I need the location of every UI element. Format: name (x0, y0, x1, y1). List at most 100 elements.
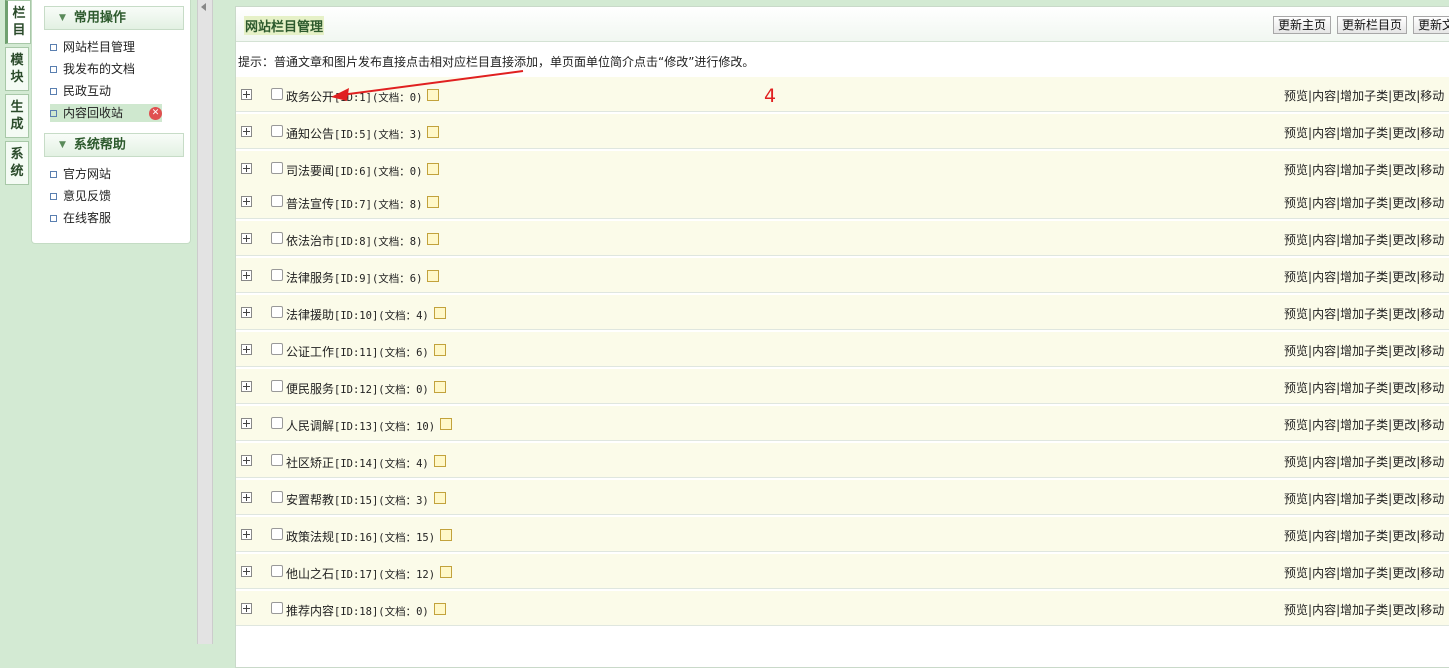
edit-note-icon[interactable] (433, 306, 446, 319)
op-link[interactable]: 移动 (1420, 126, 1444, 140)
op-link[interactable]: 更改 (1392, 455, 1416, 469)
op-link[interactable]: 内容 (1312, 529, 1336, 543)
edit-note-icon[interactable] (427, 162, 440, 175)
edit-note-icon[interactable] (440, 528, 453, 541)
op-link[interactable]: 更改 (1392, 418, 1416, 432)
op-link[interactable]: 增加子类 (1340, 126, 1388, 140)
op-link[interactable]: 更改 (1392, 566, 1416, 580)
op-link[interactable]: 预览 (1284, 455, 1308, 469)
op-link[interactable]: 增加子类 (1340, 270, 1388, 284)
panel-splitter[interactable] (197, 0, 213, 644)
edit-note-icon[interactable] (427, 232, 440, 245)
row-checkbox[interactable] (271, 417, 283, 429)
op-link[interactable]: 增加子类 (1340, 163, 1388, 177)
section-common-ops[interactable]: ▼ 常用操作 (44, 6, 184, 30)
column-name[interactable]: 公证工作[ID:11](文档：6) (286, 343, 446, 360)
op-link[interactable]: 预览 (1284, 381, 1308, 395)
op-link[interactable]: 预览 (1284, 307, 1308, 321)
op-link[interactable]: 更改 (1392, 89, 1416, 103)
column-name[interactable]: 政务公开[ID:1](文档：0) (286, 88, 440, 105)
op-link[interactable]: 更改 (1392, 270, 1416, 284)
op-link[interactable]: 预览 (1284, 233, 1308, 247)
op-link[interactable]: 更改 (1392, 307, 1416, 321)
op-link[interactable]: 预览 (1284, 603, 1308, 617)
expand-plus-icon[interactable] (241, 492, 252, 503)
row-checkbox[interactable] (271, 306, 283, 318)
expand-plus-icon[interactable] (241, 233, 252, 244)
op-link[interactable]: 增加子类 (1340, 455, 1388, 469)
op-link[interactable]: 移动 (1420, 529, 1444, 543)
section-system-help[interactable]: ▼ 系统帮助 (44, 133, 184, 157)
shield-delete-icon[interactable]: ✕ (149, 107, 162, 120)
expand-plus-icon[interactable] (241, 89, 252, 100)
edit-note-icon[interactable] (433, 454, 446, 467)
op-link[interactable]: 移动 (1420, 89, 1444, 103)
edit-note-icon[interactable] (427, 125, 440, 138)
op-link[interactable]: 内容 (1312, 196, 1336, 210)
op-link[interactable]: 增加子类 (1340, 418, 1388, 432)
row-checkbox[interactable] (271, 269, 283, 281)
expand-plus-icon[interactable] (241, 603, 252, 614)
op-link[interactable]: 更改 (1392, 381, 1416, 395)
column-name[interactable]: 法律服务[ID:9](文档：6) (286, 269, 440, 286)
column-name[interactable]: 安置帮教[ID:15](文档：3) (286, 491, 446, 508)
op-link[interactable]: 内容 (1312, 381, 1336, 395)
row-checkbox[interactable] (271, 565, 283, 577)
op-link[interactable]: 内容 (1312, 566, 1336, 580)
collapse-arrow-icon[interactable] (201, 3, 206, 11)
column-name[interactable]: 人民调解[ID:13](文档：10) (286, 417, 453, 434)
vtab-shengcheng[interactable]: 生成 (5, 94, 29, 138)
op-link[interactable]: 预览 (1284, 492, 1308, 506)
column-name[interactable]: 通知公告[ID:5](文档：3) (286, 125, 440, 142)
update-article-button[interactable]: 更新文 (1413, 16, 1449, 34)
op-link[interactable]: 预览 (1284, 163, 1308, 177)
expand-plus-icon[interactable] (241, 455, 252, 466)
op-link[interactable]: 移动 (1420, 270, 1444, 284)
edit-note-icon[interactable] (433, 491, 446, 504)
column-name[interactable]: 依法治市[ID:8](文档：8) (286, 232, 440, 249)
edit-note-icon[interactable] (433, 380, 446, 393)
update-homepage-button[interactable]: 更新主页 (1273, 16, 1332, 34)
op-link[interactable]: 内容 (1312, 89, 1336, 103)
op-link[interactable]: 预览 (1284, 529, 1308, 543)
op-link[interactable]: 增加子类 (1340, 196, 1388, 210)
op-link[interactable]: 内容 (1312, 163, 1336, 177)
expand-plus-icon[interactable] (241, 566, 252, 577)
row-checkbox[interactable] (271, 232, 283, 244)
op-link[interactable]: 移动 (1420, 418, 1444, 432)
op-link[interactable]: 增加子类 (1340, 381, 1388, 395)
column-name[interactable]: 社区矫正[ID:14](文档：4) (286, 454, 446, 471)
op-link[interactable]: 移动 (1420, 344, 1444, 358)
op-link[interactable]: 增加子类 (1340, 233, 1388, 247)
menu-item-feedback[interactable]: 意见反馈 (50, 187, 111, 205)
edit-note-icon[interactable] (440, 565, 453, 578)
expand-plus-icon[interactable] (241, 270, 252, 281)
column-name[interactable]: 法律援助[ID:10](文档：4) (286, 306, 446, 323)
column-name[interactable]: 便民服务[ID:12](文档：0) (286, 380, 446, 397)
expand-plus-icon[interactable] (241, 381, 252, 392)
op-link[interactable]: 更改 (1392, 163, 1416, 177)
menu-item-recycle-bin[interactable]: 内容回收站 (50, 104, 162, 122)
column-name[interactable]: 政策法规[ID:16](文档：15) (286, 528, 453, 545)
column-name[interactable]: 推荐内容[ID:18](文档：0) (286, 602, 446, 619)
menu-item-site-columns[interactable]: 网站栏目管理 (50, 38, 135, 56)
edit-note-icon[interactable] (433, 343, 446, 356)
menu-item-my-documents[interactable]: 我发布的文档 (50, 60, 135, 78)
edit-note-icon[interactable] (427, 88, 440, 101)
op-link[interactable]: 增加子类 (1340, 566, 1388, 580)
menu-item-official-site[interactable]: 官方网站 (50, 165, 111, 183)
op-link[interactable]: 内容 (1312, 126, 1336, 140)
row-checkbox[interactable] (271, 195, 283, 207)
expand-plus-icon[interactable] (241, 418, 252, 429)
vtab-mokuai[interactable]: 模块 (5, 47, 29, 91)
op-link[interactable]: 内容 (1312, 492, 1336, 506)
op-link[interactable]: 内容 (1312, 270, 1336, 284)
expand-plus-icon[interactable] (241, 344, 252, 355)
vtab-lanmu[interactable]: 栏目 (5, 0, 31, 44)
row-checkbox[interactable] (271, 125, 283, 137)
menu-item-online-service[interactable]: 在线客服 (50, 209, 111, 227)
expand-plus-icon[interactable] (241, 196, 252, 207)
vtab-xitong[interactable]: 系统 (5, 141, 29, 185)
row-checkbox[interactable] (271, 88, 283, 100)
op-link[interactable]: 预览 (1284, 126, 1308, 140)
